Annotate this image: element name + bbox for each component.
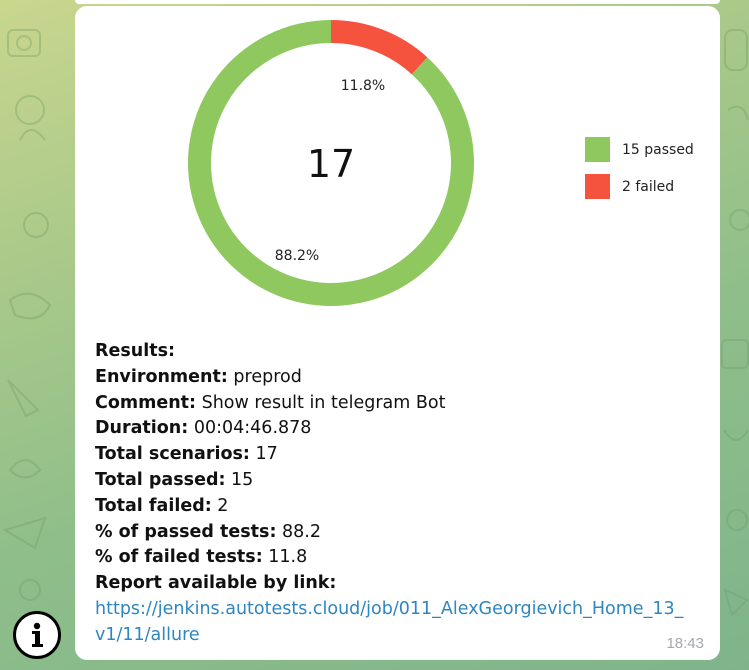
percent-label-failed: 11.8%: [341, 78, 385, 94]
legend-label-failed: 2 failed: [622, 178, 675, 195]
legend-swatch-failed: [585, 174, 610, 199]
previous-message-bubble-edge: [75, 0, 720, 4]
field-duration: Duration: 00:04:46.878: [95, 418, 312, 439]
legend-label-passed: 15 passed: [622, 141, 694, 158]
donut-chart: 11.8% 88.2% 17: [188, 20, 474, 306]
message-bubble[interactable]: 11.8% 88.2% 17 15 passed 2 failed Results:…: [75, 6, 720, 660]
report-label: Report available by link:: [95, 573, 337, 594]
legend-item-passed: 15 passed: [585, 137, 694, 162]
report-link-line-2[interactable]: v1/11/allure: [95, 623, 705, 649]
field-environment: Environment: preprod: [95, 366, 302, 387]
field-percent-failed: % of failed tests: 11.8: [95, 547, 308, 568]
info-icon[interactable]: [13, 611, 61, 659]
results-chart: 11.8% 88.2% 17 15 passed 2 failed: [75, 6, 720, 331]
message-timestamp: 18:43: [666, 635, 704, 652]
donut-slice-failed: [331, 20, 428, 75]
report-link-line-1[interactable]: https://jenkins.autotests.cloud/job/011_…: [95, 597, 705, 623]
report-link[interactable]: https://jenkins.autotests.cloud/job/011_…: [95, 597, 705, 649]
field-total-failed: Total failed: 2: [95, 495, 229, 516]
results-heading: Results:: [95, 341, 175, 361]
field-total-passed: Total passed: 15: [95, 469, 254, 490]
field-total-scenarios: Total scenarios: 17: [95, 444, 278, 465]
info-glyph: [32, 622, 43, 647]
percent-label-passed: 88.2%: [275, 248, 319, 264]
donut-center-total: 17: [307, 142, 355, 186]
field-comment: Comment: Show result in telegram Bot: [95, 392, 446, 413]
field-percent-passed: % of passed tests: 88.2: [95, 521, 321, 542]
legend-swatch-passed: [585, 137, 610, 162]
results-text: Results: Environment: preprod Comment: S…: [95, 339, 705, 649]
legend-item-failed: 2 failed: [585, 174, 674, 199]
